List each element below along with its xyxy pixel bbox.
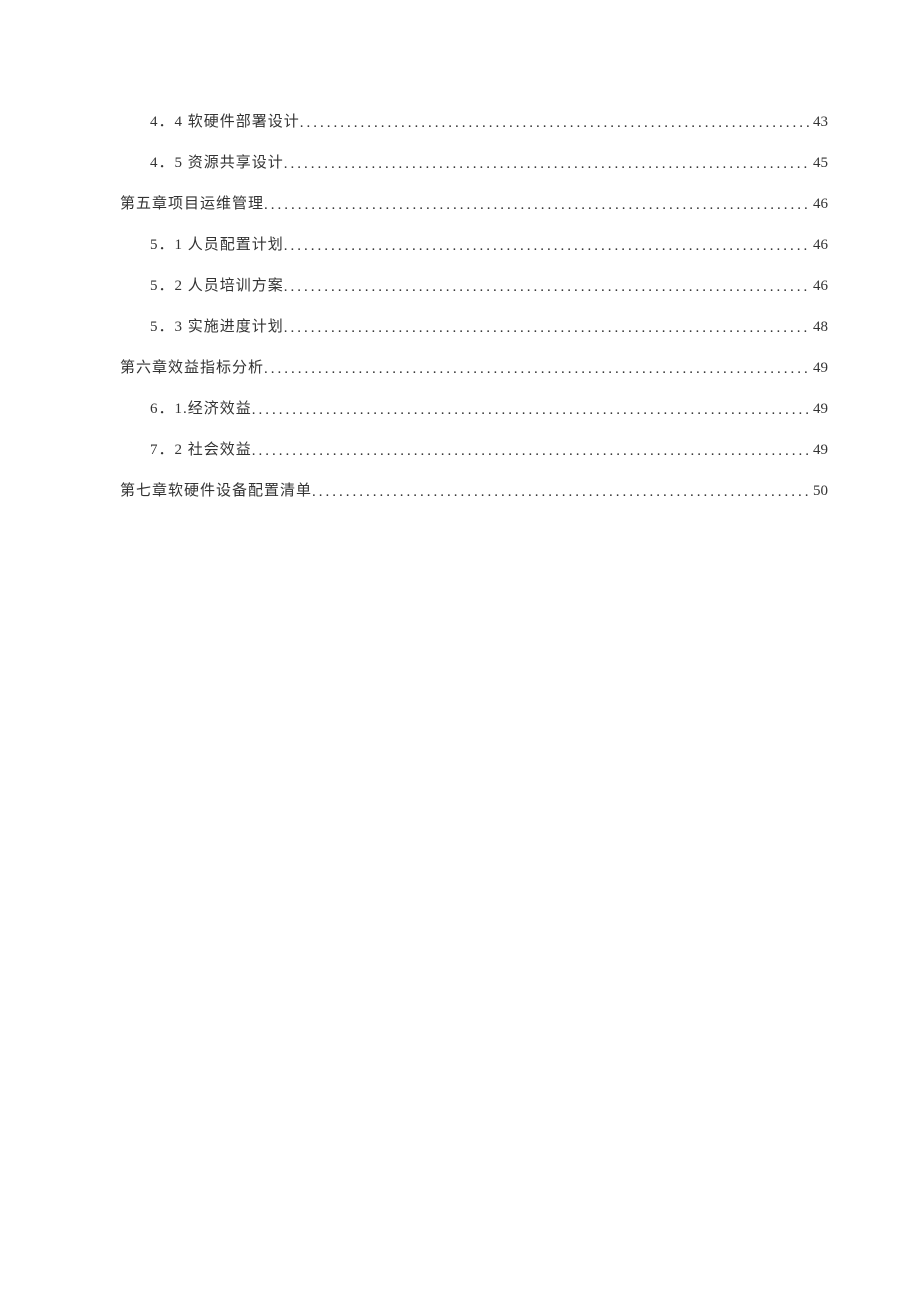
- toc-leader-dots: [264, 197, 811, 214]
- toc-leader-dots: [252, 443, 811, 460]
- toc-leader-dots: [312, 484, 811, 501]
- toc-label: 5．1 人员配置计划: [150, 233, 284, 254]
- toc-entry: 第五章项目运维管理 46: [120, 192, 828, 213]
- toc-leader-dots: [284, 320, 811, 337]
- toc-entry: 5．3 实施进度计划 48: [120, 315, 828, 336]
- toc-leader-dots: [284, 238, 811, 255]
- toc-entry: 4．4 软硬件部署设计 43: [120, 110, 828, 131]
- toc-entry: 5．2 人员培训方案 46: [120, 274, 828, 295]
- toc-container: 4．4 软硬件部署设计 43 4．5 资源共享设计 45 第五章项目运维管理 4…: [0, 110, 920, 500]
- toc-leader-dots: [300, 115, 811, 132]
- toc-page-number: 49: [811, 360, 828, 377]
- toc-page-number: 49: [811, 442, 828, 459]
- toc-label: 第七章软硬件设备配置清单: [120, 479, 312, 500]
- toc-label: 5．2 人员培训方案: [150, 274, 284, 295]
- toc-page-number: 46: [811, 278, 828, 295]
- toc-page-number: 43: [811, 114, 828, 131]
- toc-entry: 4．5 资源共享设计 45: [120, 151, 828, 172]
- toc-entry: 第六章效益指标分析 49: [120, 356, 828, 377]
- toc-entry: 6．1.经济效益 49: [120, 397, 828, 418]
- toc-label: 5．3 实施进度计划: [150, 315, 284, 336]
- toc-label: 7．2 社会效益: [150, 438, 252, 459]
- toc-page-number: 46: [811, 196, 828, 213]
- toc-page-number: 48: [811, 319, 828, 336]
- toc-entry: 7．2 社会效益 49: [120, 438, 828, 459]
- toc-leader-dots: [284, 156, 811, 173]
- toc-page-number: 50: [811, 483, 828, 500]
- toc-page-number: 45: [811, 155, 828, 172]
- toc-label: 第六章效益指标分析: [120, 356, 264, 377]
- toc-label: 第五章项目运维管理: [120, 192, 264, 213]
- toc-page-number: 49: [811, 401, 828, 418]
- toc-leader-dots: [264, 361, 811, 378]
- toc-label: 4．4 软硬件部署设计: [150, 110, 300, 131]
- toc-entry: 第七章软硬件设备配置清单 50: [120, 479, 828, 500]
- toc-entry: 5．1 人员配置计划 46: [120, 233, 828, 254]
- toc-label: 4．5 资源共享设计: [150, 151, 284, 172]
- toc-page-number: 46: [811, 237, 828, 254]
- toc-leader-dots: [284, 279, 811, 296]
- toc-leader-dots: [252, 402, 811, 419]
- toc-label: 6．1.经济效益: [150, 397, 252, 418]
